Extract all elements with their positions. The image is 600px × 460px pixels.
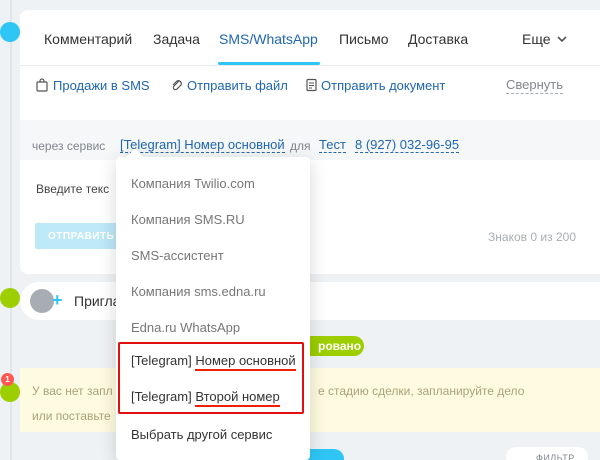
char-counter-count: 0 <box>530 230 538 244</box>
tab-comment[interactable]: Комментарий <box>44 31 132 47</box>
message-input[interactable]: Введите текс <box>36 182 109 196</box>
collapse-button[interactable]: Свернуть <box>506 77 564 94</box>
active-tab-indicator <box>218 62 320 65</box>
dropdown-item-smsru[interactable]: Компания SMS.RU <box>131 212 245 227</box>
document-icon <box>306 78 317 92</box>
chevron-down-icon[interactable] <box>556 33 568 45</box>
char-counter-sep: из <box>540 230 553 244</box>
telegram-second-name: Второй номер <box>195 389 280 407</box>
char-counter: Знаков 0 из 200 <box>488 230 576 244</box>
phone-selector[interactable]: 8 (927) 032-96-95 <box>355 137 460 153</box>
activity-editor-card: Комментарий Задача SMS/WhatsApp Письмо Д… <box>20 10 600 274</box>
paperclip-icon <box>172 80 182 91</box>
warning-text-start: У вас нет запл <box>32 384 113 398</box>
user-avatar-icon <box>30 289 54 313</box>
warning-text-end: е стадию сделки, запланируйте дело <box>318 384 525 398</box>
dropdown-item-edna-whatsapp[interactable]: Edna.ru WhatsApp <box>131 320 240 335</box>
service-selector[interactable]: [Telegram] Номер основной <box>120 137 285 153</box>
sales-in-sms-link[interactable]: Продажи в SMS <box>53 78 150 93</box>
via-service-label: через сервис <box>32 139 106 153</box>
char-counter-max: 200 <box>555 230 576 244</box>
tab-sms-whatsapp[interactable]: SMS/WhatsApp <box>219 31 318 47</box>
timeline-dot-invite <box>0 288 20 308</box>
service-dropdown: Компания Twilio.com Компания SMS.RU SMS-… <box>116 157 310 460</box>
telegram-prefix: [Telegram] <box>131 353 192 368</box>
shopping-bag-icon <box>36 78 48 92</box>
tab-delivery[interactable]: Доставка <box>408 31 468 47</box>
plus-icon: + <box>52 290 63 310</box>
timeline-dot-active <box>0 22 20 42</box>
dropdown-item-choose-other[interactable]: Выбрать другой сервис <box>131 427 272 442</box>
tab-task[interactable]: Задача <box>153 31 200 47</box>
service-selector-row: через сервис [Telegram] Номер основной д… <box>20 120 600 160</box>
tab-bar: Комментарий Задача SMS/WhatsApp Письмо Д… <box>20 10 600 66</box>
invite-row[interactable]: + Пригла <box>20 282 600 320</box>
invite-label: Пригла <box>74 293 121 309</box>
dropdown-item-sms-assistant[interactable]: SMS-ассистент <box>131 248 224 263</box>
telegram-prefix: [Telegram] <box>131 389 192 404</box>
for-label: для <box>290 139 311 153</box>
dropdown-item-twilio[interactable]: Компания Twilio.com <box>131 176 255 191</box>
warning-box: У вас нет запл е стадию сделки, запланир… <box>20 368 600 432</box>
dropdown-item-telegram-second[interactable]: [Telegram] Второй номер <box>131 389 280 407</box>
dropdown-item-telegram-main[interactable]: [Telegram] Номер основной <box>131 353 296 371</box>
warning-text-line2: или поставьте <box>32 409 111 423</box>
tab-email[interactable]: Письмо <box>339 31 389 47</box>
contact-selector[interactable]: Тест <box>319 137 346 153</box>
editor-actions: Продажи в SMS Отправить файл Отправить д… <box>20 76 600 96</box>
send-document-link[interactable]: Отправить документ <box>321 78 445 93</box>
notification-badge: 1 <box>1 373 14 386</box>
filter-button[interactable]: ФИЛЬТР <box>506 447 588 460</box>
dropdown-item-edna-sms[interactable]: Компания sms.edna.ru <box>131 284 266 299</box>
send-file-link[interactable]: Отправить файл <box>187 78 288 93</box>
more-tabs-button[interactable]: Еще <box>522 31 551 47</box>
char-counter-label: Знаков <box>488 230 528 244</box>
telegram-main-name: Номер основной <box>195 353 296 371</box>
